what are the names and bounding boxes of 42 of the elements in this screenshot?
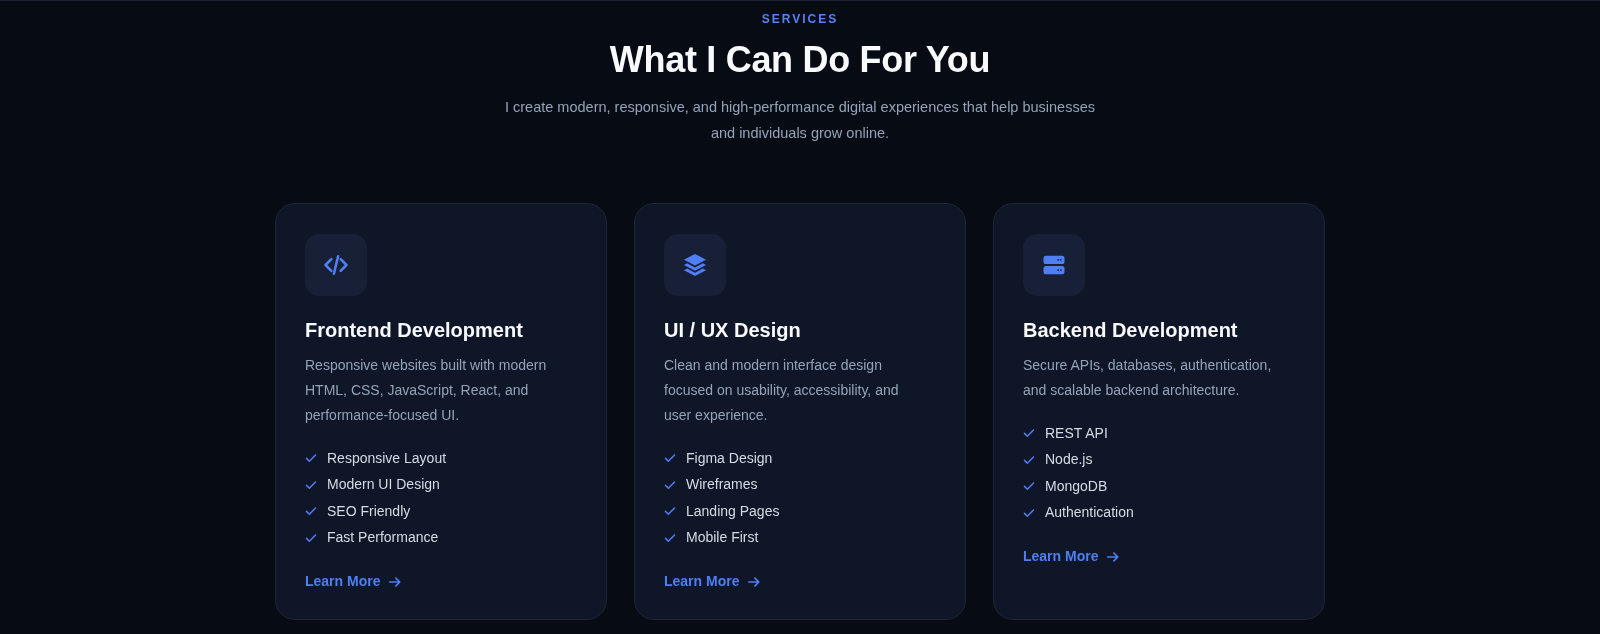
learn-more-link[interactable]: Learn More (1023, 546, 1121, 567)
feature-label: Node.js (1045, 450, 1093, 470)
check-icon (305, 478, 317, 491)
check-icon (305, 505, 317, 518)
check-icon (664, 531, 676, 544)
section-subtitle: I create modern, responsive, and high-performance digital experiences that help businesses and individuals grow online. (504, 98, 1096, 143)
check-icon (1023, 480, 1035, 493)
section-eyebrow: SERVICES (760, 12, 840, 26)
feature-label: Mobile First (686, 528, 759, 548)
feature-label: SEO Friendly (327, 501, 411, 521)
check-icon (1023, 427, 1035, 440)
code-icon (305, 234, 367, 296)
check-icon (664, 478, 676, 491)
check-icon (664, 505, 676, 518)
card-description: Clean and modern interface design focused on usability, accessibility, and user experience. (664, 356, 900, 425)
feature-label: Figma Design (686, 448, 773, 468)
feature-label: Authentication (1045, 503, 1134, 523)
arrow-icon (1106, 549, 1121, 564)
feature-label: MongoDB (1045, 476, 1108, 496)
card-description: Responsive websites built with modern HTML, CSS, JavaScript, React, and performance-focused UI. (305, 356, 548, 425)
arrow-icon (747, 574, 762, 589)
check-icon (1023, 453, 1035, 466)
feature-label: REST API (1045, 423, 1108, 443)
server-icon (1023, 234, 1085, 296)
feature-label: Modern UI Design (327, 475, 440, 495)
card-heading: UI / UX Design (664, 318, 802, 342)
check-icon (305, 531, 317, 544)
check-icon (664, 452, 676, 465)
feature-label: Wireframes (686, 475, 758, 495)
learn-more-link[interactable]: Learn More (305, 571, 403, 592)
learn-more-link[interactable]: Learn More (664, 571, 762, 592)
card-heading: Backend Development (1023, 318, 1239, 342)
feature-label: Landing Pages (686, 501, 780, 521)
layers-icon (664, 234, 726, 296)
card-description: Secure APIs, databases, authentication, and scalable backend architecture. (1023, 356, 1273, 400)
feature-label: Responsive Layout (327, 448, 447, 468)
feature-label: Fast Performance (327, 528, 439, 548)
arrow-icon (388, 574, 403, 589)
check-icon (305, 452, 317, 465)
check-icon (1023, 506, 1035, 519)
card-heading: Frontend Development (305, 318, 524, 342)
section-title: What I Can Do For You (608, 38, 992, 81)
